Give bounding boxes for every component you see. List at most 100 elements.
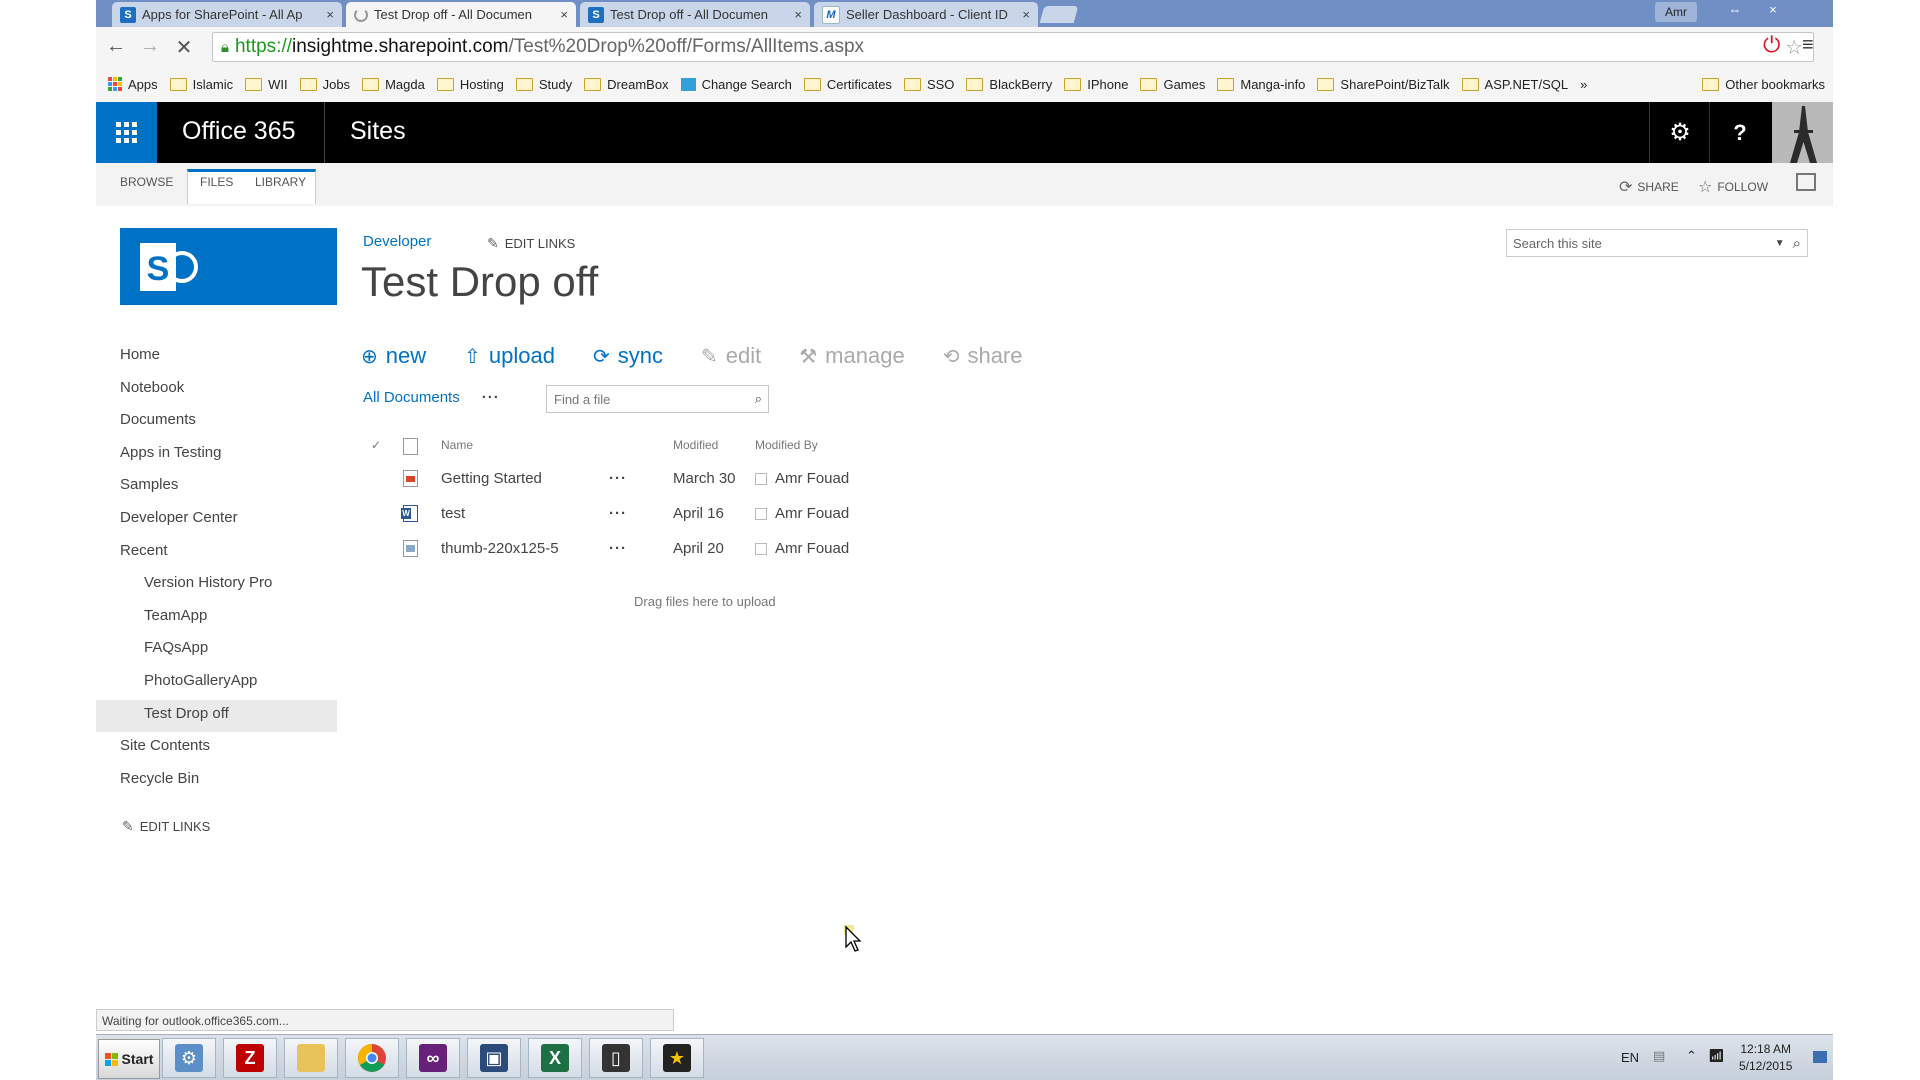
- user-avatar[interactable]: [1772, 102, 1833, 163]
- tab-files[interactable]: FILES: [200, 175, 233, 189]
- restore-button[interactable]: ⇔: [1716, 0, 1754, 20]
- network-signal-icon[interactable]: 📶︎: [1708, 1048, 1725, 1064]
- bookmark-folder[interactable]: DreamBox: [584, 77, 669, 92]
- bookmark-folder[interactable]: Manga-info: [1217, 77, 1305, 92]
- power-extension-icon[interactable]: ⏻: [1763, 32, 1780, 58]
- bookmark-folder[interactable]: Islamic: [169, 77, 233, 92]
- bookmark-folder[interactable]: IPhone: [1064, 77, 1128, 92]
- tab-browse[interactable]: BROWSE: [120, 175, 173, 189]
- bookmark-folder[interactable]: WII: [245, 77, 288, 92]
- row-menu-button[interactable]: ···: [609, 540, 627, 557]
- bookmark-folder[interactable]: ASP.NET/SQL: [1461, 77, 1568, 92]
- filezilla-taskbar-button[interactable]: Z: [223, 1038, 277, 1078]
- nav-item[interactable]: Site Contents: [96, 732, 337, 765]
- column-header-name[interactable]: Name: [441, 438, 473, 452]
- help-button[interactable]: ?: [1709, 102, 1770, 163]
- breadcrumb[interactable]: Developer: [363, 233, 431, 250]
- sync-button[interactable]: ⟳ sync: [593, 343, 663, 369]
- bookmark-folder[interactable]: Hosting: [436, 77, 504, 92]
- bookmark-folder[interactable]: SSO: [903, 77, 954, 92]
- file-name-link[interactable]: test: [441, 505, 465, 522]
- view-all-documents[interactable]: All Documents: [363, 389, 460, 406]
- start-button[interactable]: Start: [98, 1039, 160, 1079]
- bookmark-folder[interactable]: Jobs: [299, 77, 350, 92]
- modified-by[interactable]: Amr Fouad: [755, 505, 849, 522]
- site-logo[interactable]: S: [120, 228, 337, 305]
- system-clock[interactable]: 12:18 AM 5/12/2015: [1739, 1041, 1792, 1075]
- bookmark-folder[interactable]: Study: [515, 77, 572, 92]
- nav-item[interactable]: Recent: [96, 537, 337, 570]
- nav-subitem[interactable]: FAQsApp: [96, 634, 337, 667]
- bookmark-folder[interactable]: SharePoint/BizTalk: [1317, 77, 1450, 92]
- nav-subitem[interactable]: TeamApp: [96, 602, 337, 635]
- select-all-checkmark-icon[interactable]: ✓: [371, 438, 381, 452]
- tab-close-icon[interactable]: ×: [1022, 7, 1030, 22]
- nav-item[interactable]: Samples: [96, 471, 337, 504]
- site-search-input[interactable]: Search this site ▼ ⌕: [1506, 229, 1808, 257]
- file-name-link[interactable]: Getting Started: [441, 470, 542, 487]
- show-desktop-button[interactable]: [1813, 1051, 1827, 1063]
- bookmark-apps[interactable]: Apps: [108, 77, 158, 92]
- row-menu-button[interactable]: ···: [609, 505, 627, 522]
- nav-subitem[interactable]: PhotoGalleryApp: [96, 667, 337, 700]
- media-taskbar-button[interactable]: ▣: [467, 1038, 521, 1078]
- browser-tab[interactable]: S Apps for SharePoint - All Ap ×: [112, 2, 342, 27]
- share-command-button[interactable]: ⟲ share: [943, 343, 1023, 369]
- nav-item[interactable]: Recycle Bin: [96, 765, 337, 798]
- other-bookmarks[interactable]: Other bookmarks: [1702, 77, 1825, 92]
- nav-item[interactable]: Documents: [96, 406, 337, 439]
- row-menu-button[interactable]: ···: [609, 470, 627, 487]
- nav-edit-links-button[interactable]: ✎ EDIT LINKS: [122, 818, 210, 835]
- explorer-taskbar-button[interactable]: [284, 1038, 338, 1078]
- stop-loading-icon[interactable]: ✕: [172, 35, 196, 60]
- new-document-button[interactable]: ⊕ new: [361, 343, 426, 369]
- browser-tab-active[interactable]: Test Drop off - All Documen ×: [346, 2, 576, 27]
- follow-button[interactable]: ☆ FOLLOW: [1698, 177, 1768, 197]
- tab-close-icon[interactable]: ×: [794, 7, 802, 22]
- top-edit-links-button[interactable]: ✎ EDIT LINKS: [487, 235, 575, 252]
- control-panel-taskbar-button[interactable]: ⚙: [162, 1038, 216, 1078]
- share-button[interactable]: ⟳ SHARE: [1619, 177, 1679, 197]
- nav-item[interactable]: Apps in Testing: [96, 439, 337, 472]
- bookmark-star-icon[interactable]: ☆: [1785, 35, 1803, 60]
- nav-subitem[interactable]: Version History Pro: [96, 569, 337, 602]
- settings-gear-icon[interactable]: ⚙: [1649, 102, 1710, 163]
- search-scope-dropdown-icon[interactable]: ▼: [1775, 238, 1785, 249]
- find-file-input[interactable]: Find a file ⌕: [546, 385, 769, 413]
- bookmark-folder[interactable]: Certificates: [803, 77, 892, 92]
- nav-item[interactable]: Developer Center: [96, 504, 337, 537]
- upload-button[interactable]: ⇧ upload: [464, 343, 555, 369]
- tray-printer-icon[interactable]: ▤: [1653, 1048, 1665, 1064]
- tab-close-icon[interactable]: ×: [326, 7, 334, 22]
- browser-tab[interactable]: S Test Drop off - All Documen ×: [580, 2, 810, 27]
- url-bar[interactable]: 🔒︎ https:// insightme.sharepoint.com /Te…: [212, 32, 1814, 62]
- suite-section-title[interactable]: Sites: [350, 117, 406, 146]
- tray-expand-icon[interactable]: ⌃: [1686, 1048, 1697, 1064]
- bookmark-folder[interactable]: Games: [1140, 77, 1205, 92]
- bookmark-change-search[interactable]: Change Search: [680, 77, 792, 92]
- tab-close-icon[interactable]: ×: [560, 7, 568, 22]
- view-more-button[interactable]: ···: [482, 389, 500, 406]
- browser-tab[interactable]: M Seller Dashboard - Client ID ×: [814, 2, 1038, 27]
- search-icon[interactable]: ⌕: [1793, 235, 1801, 252]
- phone-taskbar-button[interactable]: ▯: [589, 1038, 643, 1078]
- nav-subitem-selected[interactable]: Test Drop off: [96, 699, 337, 733]
- focus-content-icon[interactable]: [1796, 173, 1816, 191]
- edit-button[interactable]: ✎ edit: [701, 343, 761, 369]
- bookmarks-overflow-button[interactable]: »: [1580, 77, 1587, 92]
- app-launcher-button[interactable]: [96, 102, 157, 163]
- close-window-button[interactable]: ×: [1754, 0, 1792, 20]
- nav-item[interactable]: Home: [96, 341, 337, 374]
- search-icon[interactable]: ⌕: [755, 391, 762, 407]
- excel-taskbar-button[interactable]: X: [528, 1038, 582, 1078]
- tab-library[interactable]: LIBRARY: [255, 175, 306, 189]
- column-header-modified-by[interactable]: Modified By: [755, 438, 818, 452]
- bookmark-folder[interactable]: BlackBerry: [966, 77, 1052, 92]
- manage-button[interactable]: ⚒ manage: [799, 343, 904, 369]
- back-arrow-icon[interactable]: ←: [104, 35, 128, 58]
- office365-brand[interactable]: Office 365: [182, 117, 296, 146]
- star-app-taskbar-button[interactable]: ★: [650, 1038, 704, 1078]
- language-indicator[interactable]: EN: [1621, 1050, 1639, 1065]
- profile-badge[interactable]: Amr: [1655, 2, 1697, 22]
- modified-by[interactable]: Amr Fouad: [755, 540, 849, 557]
